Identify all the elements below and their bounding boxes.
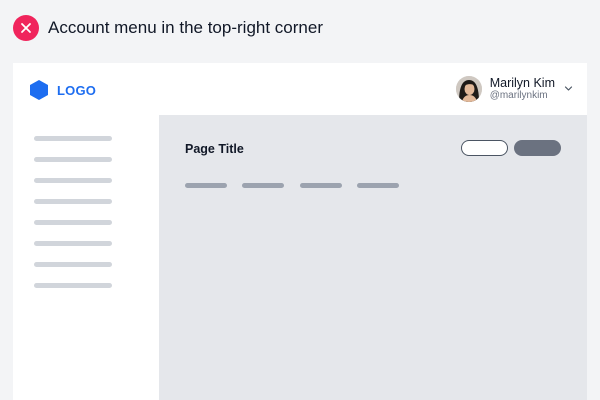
caption-text: Account menu in the top-right corner	[48, 18, 323, 37]
account-name: Marilyn Kim	[489, 76, 555, 91]
app-window: LOGO Marilyn Kim @marilynkim Page Title	[13, 63, 587, 400]
sidebar-item-placeholder[interactable]	[34, 157, 112, 162]
close-circle-icon	[13, 15, 39, 41]
logo-text: LOGO	[57, 82, 97, 98]
avatar	[455, 76, 482, 102]
account-handle: @marilynkim	[489, 90, 548, 102]
tab-placeholder[interactable]	[185, 183, 227, 188]
account-menu[interactable]: Marilyn Kim @marilynkim	[455, 74, 573, 104]
sidebar-item-placeholder[interactable]	[34, 136, 112, 141]
page-title: Page Title	[185, 142, 244, 156]
sidebar-item-placeholder[interactable]	[34, 283, 112, 288]
sidebar-item-placeholder[interactable]	[34, 241, 112, 246]
sidebar-item-placeholder[interactable]	[34, 220, 112, 225]
sidebar	[13, 115, 159, 400]
hexagon-icon	[29, 79, 49, 101]
tab-placeholder[interactable]	[300, 183, 342, 188]
top-bar: LOGO Marilyn Kim @marilynkim	[13, 63, 587, 115]
chevron-down-icon[interactable]	[564, 80, 573, 91]
tab-placeholder[interactable]	[242, 183, 284, 188]
logo-link[interactable]: LOGO	[29, 79, 96, 101]
primary-button[interactable]	[514, 140, 561, 156]
sidebar-item-placeholder[interactable]	[34, 262, 112, 267]
sidebar-item-placeholder[interactable]	[34, 199, 112, 204]
sidebar-item-placeholder[interactable]	[34, 178, 112, 183]
secondary-button[interactable]	[461, 140, 508, 156]
example-caption: Account menu in the top-right corner	[13, 15, 323, 41]
account-info: Marilyn Kim @marilynkim	[490, 76, 555, 102]
main-content: Page Title	[159, 115, 587, 400]
tab-placeholder[interactable]	[357, 183, 399, 188]
